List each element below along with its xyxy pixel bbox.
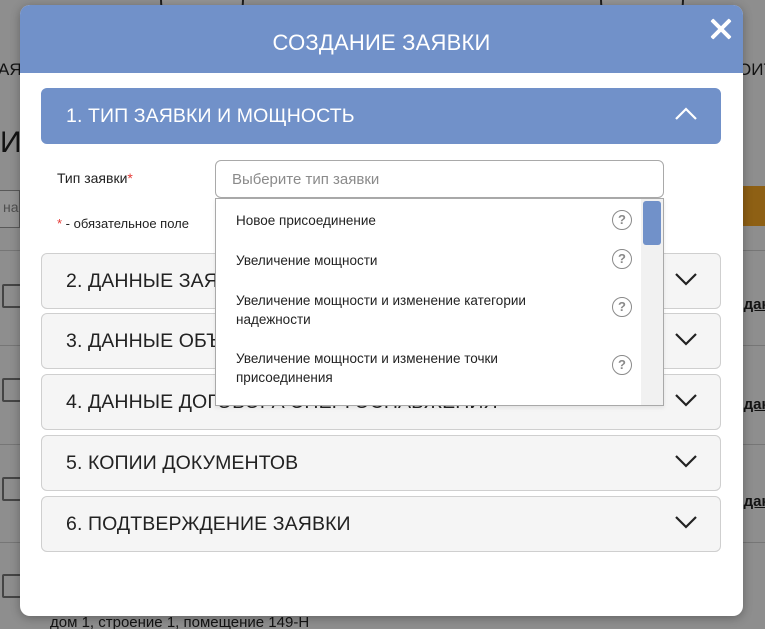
section-confirmation[interactable]: 6. ПОДТВЕРЖДЕНИЕ ЗАЯВКИ [41,496,721,552]
request-type-select[interactable] [215,160,664,198]
field-label-text: Тип заявки [57,170,128,186]
question-icon[interactable]: ? [612,210,632,230]
chevron-down-icon[interactable] [674,515,698,529]
modal-header: СОЗДАНИЕ ЗАЯВКИ [20,5,743,73]
scrollbar-thumb[interactable] [643,201,661,245]
dropdown-option-new-connection[interactable]: Новое присоединение [236,211,596,230]
chevron-down-icon[interactable] [674,393,698,407]
close-icon[interactable] [709,17,733,41]
question-icon[interactable]: ? [612,355,632,375]
required-mark: * [127,170,133,186]
required-field-note: * - обязательное поле [57,216,189,231]
chevron-up-icon[interactable] [674,107,698,121]
modal-title: СОЗДАНИЕ ЗАЯВКИ [272,30,491,55]
section-label: 6. ПОДТВЕРЖДЕНИЕ ЗАЯВКИ [66,512,351,535]
required-note-text: - обязательное поле [62,216,189,231]
dropdown-option-power-increase-connection-point[interactable]: Увеличение мощности и изменение точки пр… [236,349,596,387]
create-request-modal: СОЗДАНИЕ ЗАЯВКИ 1. ТИП ЗАЯВКИ И МОЩНОСТЬ… [20,5,743,616]
question-icon[interactable]: ? [612,249,632,269]
request-type-label: Тип заявки* [57,170,133,186]
question-icon[interactable]: ? [612,297,632,317]
section-request-type[interactable]: 1. ТИП ЗАЯВКИ И МОЩНОСТЬ [41,88,721,144]
dropdown-scrollbar[interactable] [641,199,663,405]
dropdown-option-power-increase-reliability[interactable]: Увеличение мощности и изменение категори… [236,291,596,329]
section-document-copies[interactable]: 5. КОПИИ ДОКУМЕНТОВ [41,435,721,491]
section-label: 1. ТИП ЗАЯВКИ И МОЩНОСТЬ [66,104,355,127]
chevron-down-icon[interactable] [674,454,698,468]
chevron-down-icon[interactable] [674,272,698,286]
chevron-down-icon[interactable] [674,332,698,346]
section-label: 5. КОПИИ ДОКУМЕНТОВ [66,451,299,474]
request-type-dropdown: Новое присоединение ? Увеличение мощност… [215,198,664,406]
dropdown-option-power-increase[interactable]: Увеличение мощности [236,251,596,270]
